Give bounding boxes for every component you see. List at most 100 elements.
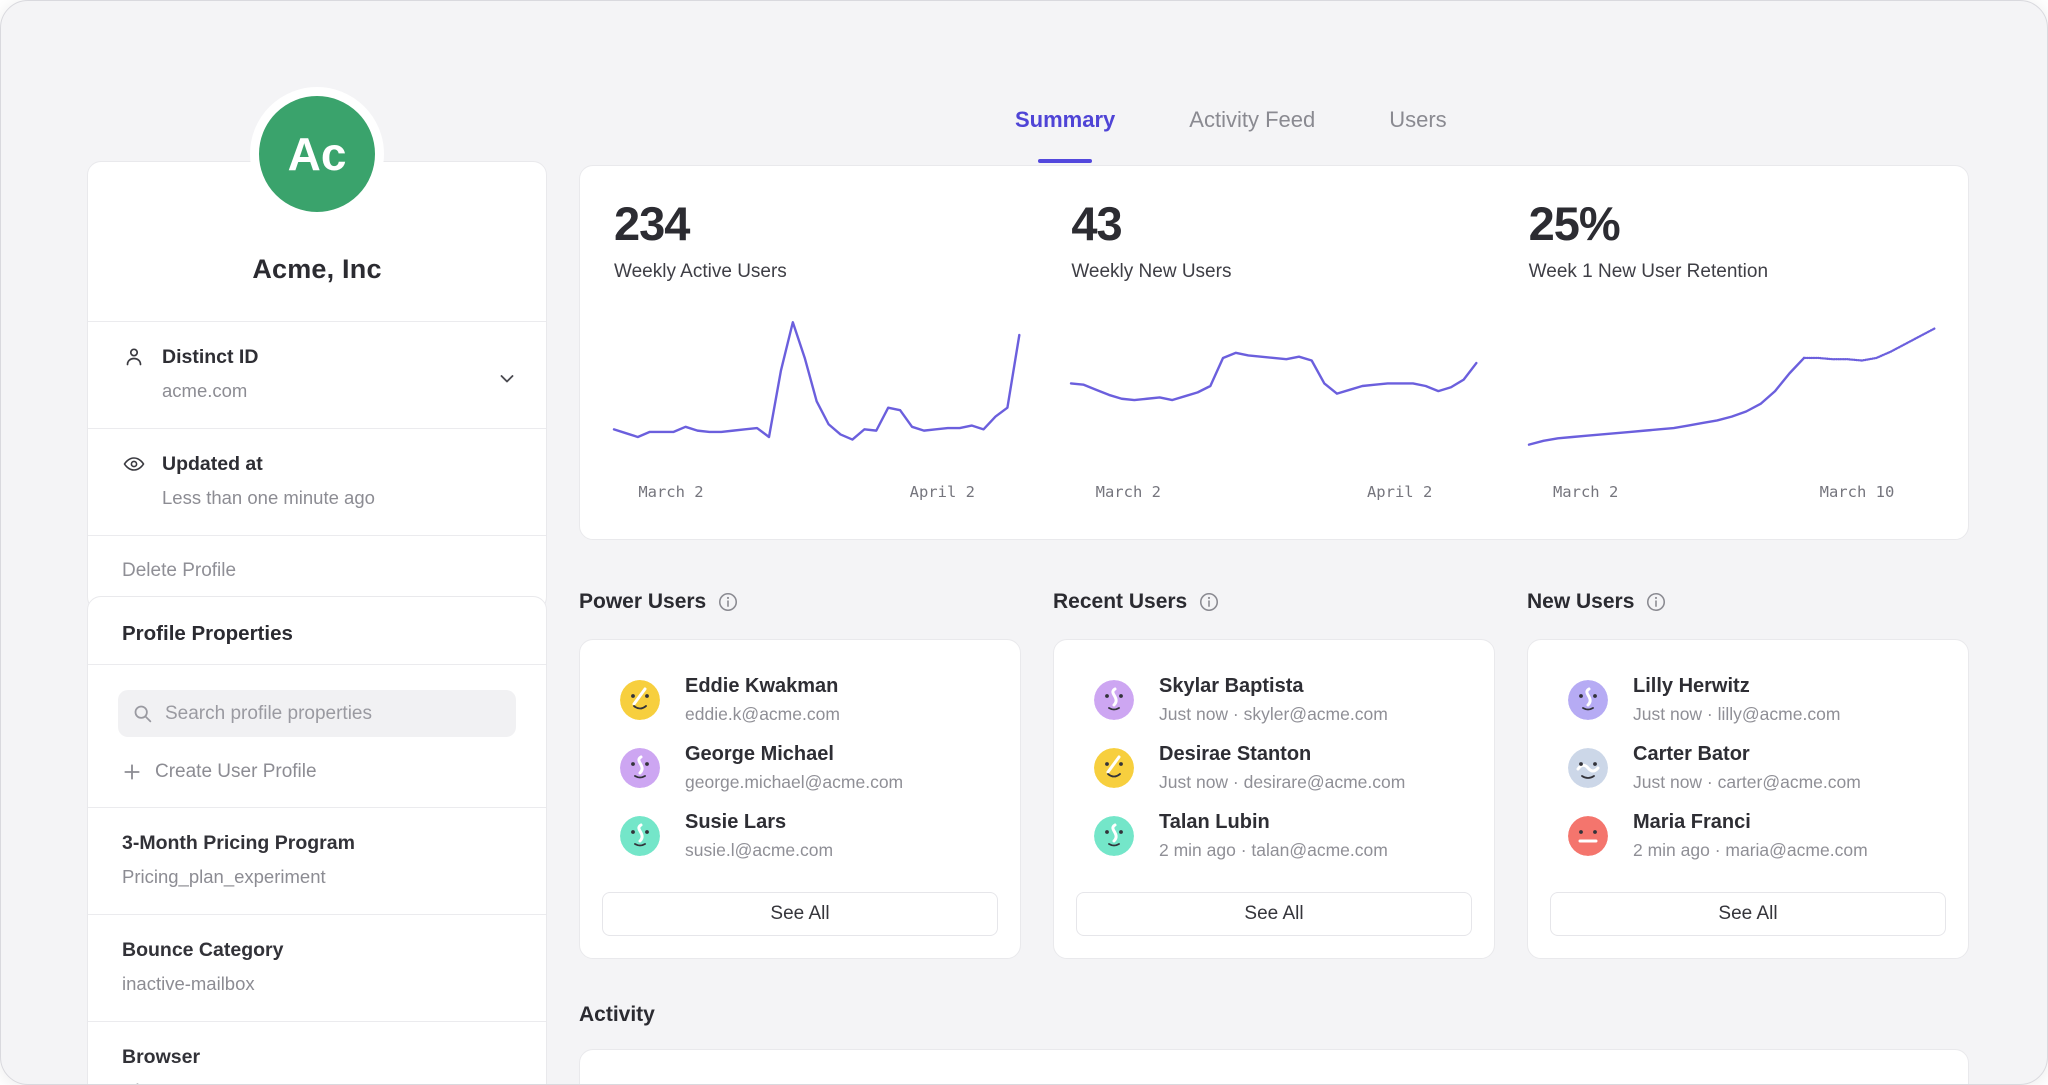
see-all-button[interactable]: See All <box>602 892 998 936</box>
updated-at-value: Less than one minute ago <box>162 487 375 509</box>
user-row[interactable]: Carter Bator Just now · carter@acme.com <box>1528 734 1968 802</box>
profile-identity-card: Acme, Inc Distinct ID acme.com <box>87 161 547 611</box>
see-all-button[interactable]: See All <box>1550 892 1946 936</box>
property-name: Browser <box>122 1046 512 1069</box>
stat-value: 25% <box>1529 196 1934 251</box>
user-avatar <box>620 816 660 856</box>
property-row[interactable]: 3-Month Pricing Program Pricing_plan_exp… <box>88 808 546 914</box>
distinct-id-row[interactable]: Distinct ID acme.com <box>88 322 546 428</box>
section-title: Power Users <box>579 590 706 614</box>
chevron-down-icon[interactable] <box>496 367 518 389</box>
stat-week1-retention: 25% Week 1 New User Retention March 2 Ma… <box>1503 196 1960 539</box>
week1-retention-chart <box>1529 311 1934 461</box>
activity-stat: 234 <box>614 1078 1019 1085</box>
profile-properties-title: Profile Properties <box>88 597 546 664</box>
section-title: Recent Users <box>1053 590 1187 614</box>
recent-users-card: Skylar Baptista Just now · skyler@acme.c… <box>1053 639 1495 959</box>
weekly-new-users-chart <box>1071 311 1476 461</box>
x-axis-label: March 2 <box>638 483 703 501</box>
summary-stats-card: 234 Weekly Active Users March 2 April 2 … <box>579 165 1969 540</box>
user-name: Lilly Herwitz <box>1633 675 1840 698</box>
search-input[interactable] <box>163 702 502 726</box>
activity-stat: 3.4k <box>1529 1078 1934 1085</box>
updated-at-label: Updated at <box>162 453 375 476</box>
user-avatar <box>1094 816 1134 856</box>
user-name: Carter Bator <box>1633 743 1861 766</box>
user-row[interactable]: Eddie Kwakman eddie.k@acme.com <box>580 666 1020 734</box>
user-row[interactable]: George Michael george.michael@acme.com <box>580 734 1020 802</box>
stat-value: 234 <box>614 196 1019 251</box>
user-detail: Just now · desirare@acme.com <box>1159 772 1405 793</box>
section-title: New Users <box>1527 590 1634 614</box>
user-detail: Just now · lilly@acme.com <box>1633 704 1840 725</box>
activity-stat: 240 <box>1071 1078 1476 1085</box>
user-sections: Power Users Eddie Kwakman eddie.k@acme.c… <box>579 590 1969 959</box>
eye-icon <box>122 452 146 476</box>
user-row[interactable]: Desirae Stanton Just now · desirare@acme… <box>1054 734 1494 802</box>
search-icon <box>132 703 153 724</box>
power-users-card: Eddie Kwakman eddie.k@acme.com George Mi… <box>579 639 1021 959</box>
property-name: 3-Month Pricing Program <box>122 832 512 855</box>
x-axis-label: March 2 <box>1096 483 1161 501</box>
company-name: Acme, Inc <box>88 254 546 285</box>
tab-users[interactable]: Users <box>1389 107 1446 151</box>
user-row[interactable]: Lilly Herwitz Just now · lilly@acme.com <box>1528 666 1968 734</box>
user-name: George Michael <box>685 743 903 766</box>
stat-weekly-new-users: 43 Weekly New Users March 2 April 2 <box>1045 196 1502 539</box>
stat-weekly-active-users: 234 Weekly Active Users March 2 April 2 <box>588 196 1045 539</box>
person-icon <box>122 345 146 369</box>
x-axis-label: April 2 <box>910 483 975 501</box>
user-row[interactable]: Talan Lubin 2 min ago · talan@acme.com <box>1054 802 1494 870</box>
user-avatar <box>1094 680 1134 720</box>
user-name: Desirae Stanton <box>1159 743 1405 766</box>
user-detail: eddie.k@acme.com <box>685 704 840 725</box>
x-axis-label: March 2 <box>1553 483 1618 501</box>
weekly-active-users-chart <box>614 311 1019 461</box>
info-icon[interactable] <box>1198 591 1220 613</box>
distinct-id-label: Distinct ID <box>162 346 258 369</box>
new-users-card: Lilly Herwitz Just now · lilly@acme.com … <box>1527 639 1969 959</box>
info-icon[interactable] <box>1645 591 1667 613</box>
user-name: Susie Lars <box>685 811 833 834</box>
tab-bar: Summary Activity Feed Users <box>579 107 1969 151</box>
profile-properties-search[interactable] <box>118 690 516 737</box>
main-content: Summary Activity Feed Users 234 Weekly A… <box>579 1 1969 1085</box>
distinct-id-value: acme.com <box>162 380 258 402</box>
app-window: Ac Acme, Inc Distinct ID acme.com <box>0 0 2048 1085</box>
user-avatar <box>1568 748 1608 788</box>
user-row[interactable]: Skylar Baptista Just now · skyler@acme.c… <box>1054 666 1494 734</box>
property-value: Chrome <box>122 1080 512 1085</box>
tab-activity-feed[interactable]: Activity Feed <box>1189 107 1315 151</box>
user-name: Skylar Baptista <box>1159 675 1388 698</box>
property-row[interactable]: Bounce Category inactive-mailbox <box>88 915 546 1021</box>
tab-summary[interactable]: Summary <box>1015 107 1115 151</box>
updated-at-row: Updated at Less than one minute ago <box>88 429 546 535</box>
user-detail: george.michael@acme.com <box>685 772 903 793</box>
user-name: Talan Lubin <box>1159 811 1388 834</box>
stat-value: 43 <box>1071 196 1476 251</box>
property-value: Pricing_plan_experiment <box>122 866 512 888</box>
company-avatar: Ac <box>250 87 384 221</box>
x-axis-label: March 10 <box>1820 483 1895 501</box>
user-avatar <box>1094 748 1134 788</box>
user-name: Maria Franci <box>1633 811 1868 834</box>
stat-label: Weekly New Users <box>1071 261 1476 283</box>
divider <box>88 664 546 665</box>
user-avatar <box>1568 680 1608 720</box>
plus-icon <box>122 762 142 782</box>
user-row[interactable]: Susie Lars susie.l@acme.com <box>580 802 1020 870</box>
stat-label: Week 1 New User Retention <box>1529 261 1934 283</box>
x-axis-label: April 2 <box>1367 483 1432 501</box>
property-name: Bounce Category <box>122 939 512 962</box>
profile-properties-card: Profile Properties Create User Profile 3… <box>87 596 547 1085</box>
user-name: Eddie Kwakman <box>685 675 840 698</box>
property-row[interactable]: Browser Chrome <box>88 1022 546 1085</box>
activity-title: Activity <box>579 1003 1969 1027</box>
create-user-profile-button[interactable]: Create User Profile <box>88 751 546 807</box>
info-icon[interactable] <box>717 591 739 613</box>
property-value: inactive-mailbox <box>122 973 512 995</box>
see-all-button[interactable]: See All <box>1076 892 1472 936</box>
user-avatar <box>620 680 660 720</box>
activity-card: 234 240 3.4k <box>579 1049 1969 1085</box>
user-row[interactable]: Maria Franci 2 min ago · maria@acme.com <box>1528 802 1968 870</box>
